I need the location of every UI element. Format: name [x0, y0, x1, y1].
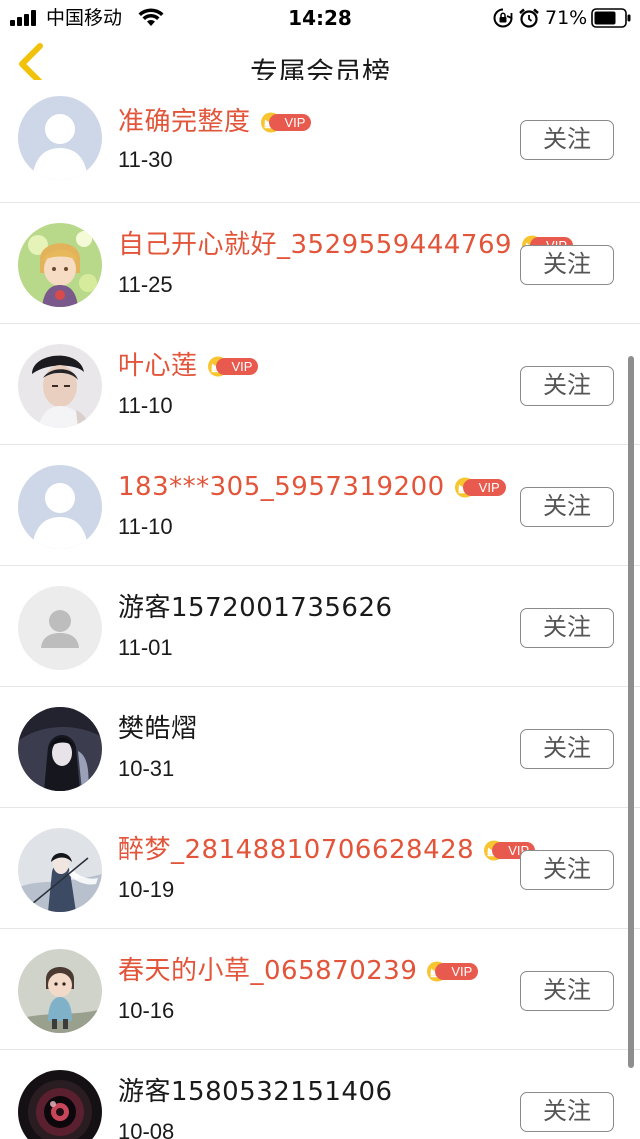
member-row[interactable]: 春天的小草_065870239 VIP 10-16 关注 [0, 929, 640, 1050]
avatar[interactable] [18, 465, 102, 549]
battery-percentage: 71% [545, 7, 588, 29]
member-row[interactable]: 准确完整度 VIP 11-30 关注 [0, 80, 640, 203]
follow-button[interactable]: 关注 [520, 608, 614, 648]
member-name-line: 183***305_5957319200 VIP [118, 469, 509, 505]
follow-button[interactable]: 关注 [520, 120, 614, 160]
member-name[interactable]: 准确完整度 [118, 105, 251, 139]
vip-badge-label: VIP [462, 479, 506, 496]
follow-button[interactable]: 关注 [520, 366, 614, 406]
scrollbar[interactable] [628, 356, 634, 1068]
member-name-line: 樊皓熠 [118, 711, 198, 747]
vip-badge-label: VIP [435, 963, 479, 980]
vip-badge: VIP [453, 477, 509, 498]
vip-badge: VIP [259, 112, 315, 133]
join-date: 10-16 [118, 998, 175, 1023]
join-date: 11-25 [118, 272, 173, 297]
member-name-line: 准确完整度 VIP [118, 104, 315, 140]
join-date: 10-19 [118, 877, 175, 902]
follow-button[interactable]: 关注 [520, 850, 614, 890]
clock: 14:28 [288, 6, 352, 30]
avatar[interactable] [18, 707, 102, 791]
member-name[interactable]: 樊皓熠 [118, 712, 198, 746]
member-name-line: 自己开心就好_3529559444769 VIP [118, 227, 576, 263]
member-row[interactable]: 游客1580532151406 10-08 关注 [0, 1050, 640, 1139]
avatar[interactable] [18, 1070, 102, 1139]
member-row[interactable]: 叶心莲 VIP 11-10 关注 [0, 324, 640, 445]
member-name[interactable]: 183***305_5957319200 [118, 470, 445, 504]
member-row[interactable]: 游客1572001735626 11-01 关注 [0, 566, 640, 687]
join-date: 10-08 [118, 1119, 175, 1139]
member-name[interactable]: 游客1572001735626 [118, 591, 393, 625]
avatar[interactable] [18, 586, 102, 670]
follow-button[interactable]: 关注 [520, 487, 614, 527]
join-date: 11-01 [118, 635, 173, 660]
member-name-line: 叶心莲 VIP [118, 348, 262, 384]
follow-button[interactable]: 关注 [520, 245, 614, 285]
member-name[interactable]: 游客1580532151406 [118, 1075, 393, 1109]
avatar[interactable] [18, 96, 102, 180]
member-name[interactable]: 春天的小草_065870239 [118, 954, 417, 988]
orientation-lock-icon [493, 8, 513, 28]
alarm-icon [519, 8, 539, 28]
member-row[interactable]: 樊皓熠 10-31 关注 [0, 687, 640, 808]
join-date: 11-10 [118, 393, 173, 418]
vip-badge-label: VIP [268, 114, 312, 131]
avatar[interactable] [18, 223, 102, 307]
avatar[interactable] [18, 949, 102, 1033]
member-name[interactable]: 叶心莲 [118, 349, 198, 383]
battery-icon [591, 8, 631, 28]
vip-badge: VIP [206, 356, 262, 377]
vip-badge: VIP [425, 961, 481, 982]
member-row[interactable]: 醉梦_28148810706628428 VIP 10-19 关注 [0, 808, 640, 929]
member-name-line: 春天的小草_065870239 VIP [118, 953, 481, 989]
member-name[interactable]: 醉梦_28148810706628428 [118, 833, 474, 867]
member-name-line: 醉梦_28148810706628428 VIP [118, 832, 538, 868]
avatar[interactable] [18, 344, 102, 428]
member-row[interactable]: 183***305_5957319200 VIP 11-10 关注 [0, 445, 640, 566]
join-date: 11-10 [118, 514, 173, 539]
member-name-line: 游客1580532151406 [118, 1074, 393, 1110]
status-bar: 中国移动 14:28 71% [0, 0, 640, 36]
join-date: 10-31 [118, 756, 175, 781]
follow-button[interactable]: 关注 [520, 971, 614, 1011]
member-row[interactable]: 自己开心就好_3529559444769 VIP 11-25 关注 [0, 203, 640, 324]
vip-badge-label: VIP [215, 358, 259, 375]
member-name[interactable]: 自己开心就好_3529559444769 [118, 228, 512, 262]
follow-button[interactable]: 关注 [520, 729, 614, 769]
avatar[interactable] [18, 828, 102, 912]
member-name-line: 游客1572001735626 [118, 590, 393, 626]
join-date: 11-30 [118, 147, 173, 172]
follow-button[interactable]: 关注 [520, 1092, 614, 1132]
member-ranking-screen: 中国移动 14:28 71% 专属会员榜 准确完整度 VIP 11-30 关注 … [0, 0, 640, 1139]
